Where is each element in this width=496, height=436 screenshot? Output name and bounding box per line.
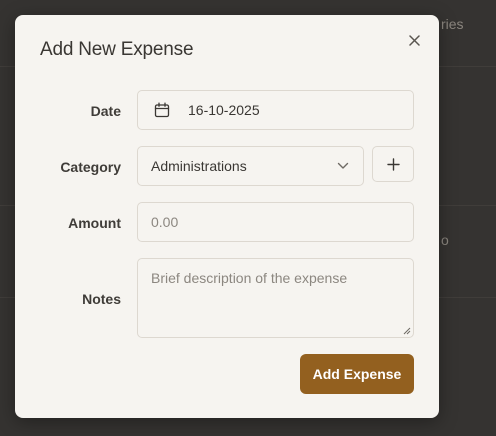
chevron-down-icon — [337, 162, 349, 169]
close-button[interactable] — [405, 31, 423, 49]
date-value: 16-10-2025 — [188, 102, 260, 118]
close-icon — [408, 34, 420, 46]
calendar-icon — [154, 102, 170, 118]
category-label: Category — [60, 159, 121, 175]
resize-handle-icon[interactable] — [403, 327, 411, 335]
amount-input[interactable] — [151, 214, 413, 230]
category-select[interactable]: Administrations — [137, 146, 364, 186]
add-expense-dialog: Add New Expense Date 16-10-2025 Category… — [15, 15, 439, 418]
notes-label: Notes — [82, 291, 121, 307]
amount-field[interactable] — [137, 202, 414, 242]
date-field[interactable]: 16-10-2025 — [137, 90, 414, 130]
category-value: Administrations — [151, 158, 247, 174]
notes-textarea[interactable] — [151, 269, 400, 327]
add-expense-button[interactable]: Add Expense — [300, 354, 414, 394]
bg-header-text: ries — [441, 16, 464, 32]
notes-field[interactable] — [137, 258, 414, 338]
date-label: Date — [90, 103, 121, 119]
dialog-title: Add New Expense — [40, 39, 194, 60]
bg-row-text: o — [441, 232, 449, 248]
amount-label: Amount — [68, 215, 121, 231]
add-category-button[interactable] — [372, 146, 414, 182]
plus-icon — [386, 157, 400, 171]
